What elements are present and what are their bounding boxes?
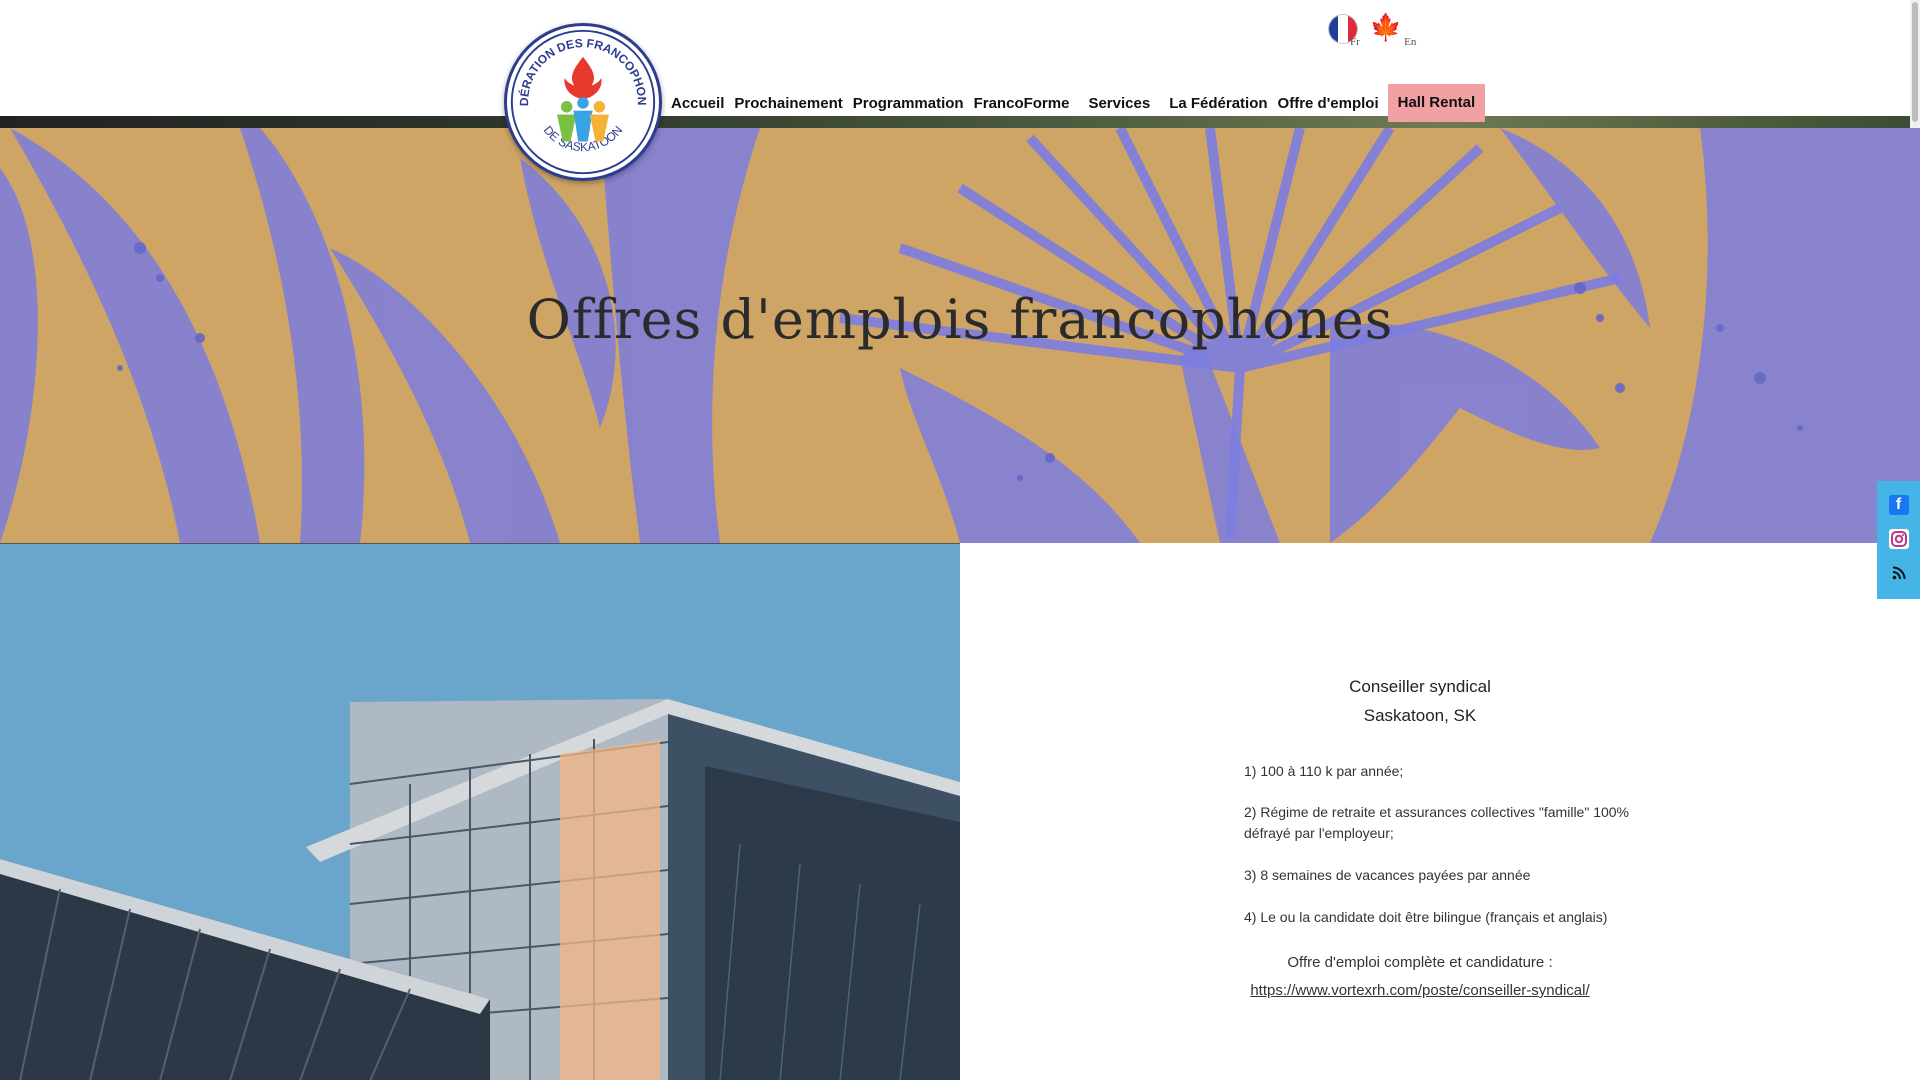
nav-federation[interactable]: La Fédération (1155, 84, 1272, 112)
job-item-1: 1) 100 à 110 k par année; (1244, 763, 1404, 779)
site-header: FÉDÉRATION DES FRANCOPHONES DE SASKATOON… (0, 0, 1920, 181)
page-title: Offres d'emplois francophones (526, 288, 1394, 351)
job-item-2: 2) Régime de retraite et assurances coll… (1244, 804, 1629, 841)
facebook-icon[interactable]: f (1888, 495, 1909, 515)
rss-icon[interactable] (1889, 563, 1909, 583)
nav-offre-emploi[interactable]: Offre d'emploi (1273, 84, 1384, 112)
nav-accueil[interactable]: Accueil (666, 84, 729, 112)
nav-prochainement[interactable]: Prochainement (729, 84, 847, 112)
maple-leaf-icon: 🍁 (1369, 12, 1403, 42)
building-image (0, 543, 960, 1080)
lang-fr[interactable]: Fr (1328, 14, 1360, 48)
logo-graphic: FÉDÉRATION DES FRANCOPHONES DE SASKATOON (507, 26, 656, 175)
social-bar: f (1877, 481, 1920, 599)
nav-hall-rental[interactable]: Hall Rental (1387, 84, 1486, 122)
job-item-3: 3) 8 semaines de vacances payées par ann… (1244, 867, 1531, 883)
nav-francoforme[interactable]: FrancoForme (969, 84, 1075, 112)
job-offer-section: Conseiller syndical Saskatoon, SK 1) 100… (960, 543, 1880, 1080)
instagram-icon[interactable] (1888, 529, 1909, 549)
nav-programmation[interactable]: Programmation (848, 84, 969, 112)
job-location: Saskatoon, SK (1363, 706, 1477, 725)
job-apply-link[interactable]: https://www.vortexrh.com/poste/conseille… (1250, 982, 1589, 999)
main-nav: Accueil Prochainement Programmation Fran… (666, 84, 1486, 124)
logo[interactable]: FÉDÉRATION DES FRANCOPHONES DE SASKATOON (504, 23, 662, 181)
job-title: Conseiller syndical (1349, 677, 1491, 696)
job-item-4: 4) Le ou la candidate doit être bilingue… (1244, 909, 1608, 925)
lang-en-label: En (1404, 36, 1417, 48)
lang-en[interactable]: 🍁 En (1370, 14, 1417, 48)
nav-services[interactable]: Services (1074, 84, 1155, 112)
page-scrollbar[interactable] (1910, 0, 1920, 128)
hero-banner: Offres d'emplois francophones (0, 128, 1920, 543)
language-switcher: Fr 🍁 En (1328, 14, 1416, 48)
lang-fr-label: Fr (1350, 36, 1360, 48)
apply-label: Offre d'emploi complète et candidature : (1287, 954, 1553, 971)
building-graphic (0, 544, 960, 1080)
scrollbar-thumb[interactable] (1912, 2, 1918, 122)
